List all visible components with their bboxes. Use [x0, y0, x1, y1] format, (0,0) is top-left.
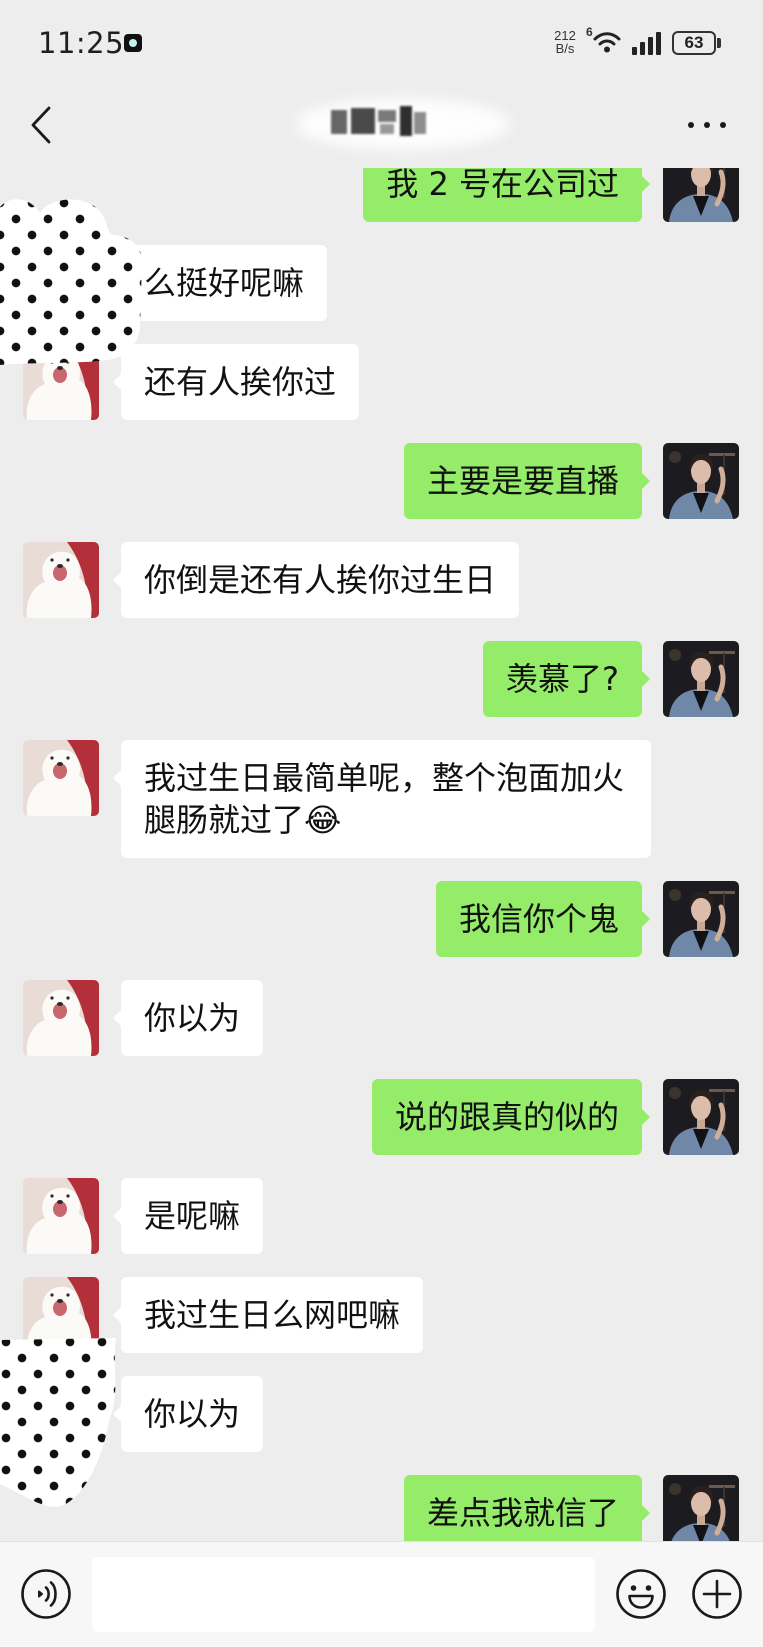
- message-bubble[interactable]: 我过生日最简单呢，整个泡面加火腿肠就过了😂: [113, 740, 651, 858]
- message-bubble[interactable]: 主要是要直播: [403, 443, 651, 519]
- message-bubble[interactable]: 是呢嘛: [112, 1178, 264, 1254]
- message-row-outgoing: 说的跟真的似的: [0, 1079, 763, 1155]
- chevron-left-icon[interactable]: [28, 105, 54, 145]
- message-text: 你倒是还有人挨你过生日: [144, 561, 497, 599]
- redaction-pixel: [331, 110, 347, 134]
- battery-indicator: 63: [672, 31, 716, 55]
- notification-app-icon: [124, 34, 142, 52]
- message-row-outgoing: 差点我就信了: [0, 1475, 763, 1541]
- message-bubble[interactable]: 说的跟真的似的: [371, 1079, 651, 1155]
- more-horizontal-icon[interactable]: [686, 120, 728, 130]
- redaction-pixel: [378, 110, 396, 122]
- message-bubble[interactable]: 么挺好呢嘛: [112, 245, 328, 321]
- message-bubble[interactable]: 差点我就信了: [403, 1475, 651, 1541]
- message-row-incoming: 是呢嘛: [0, 1178, 763, 1254]
- message-text: 我信你个鬼: [458, 900, 619, 938]
- message-bubble[interactable]: 我信你个鬼: [435, 881, 651, 957]
- message-bubble[interactable]: 你以为: [112, 980, 264, 1056]
- message-list[interactable]: 我 2 号在公司过 么挺好呢嘛 还有人挨你过 主要是要直播 你倒是还有人挨你过生…: [0, 168, 763, 1541]
- network-speed: 212 B/s: [549, 29, 581, 55]
- message-bubble[interactable]: 我 2 号在公司过: [363, 168, 650, 222]
- network-speed-unit: B/s: [555, 41, 575, 56]
- redaction-pixel: [351, 108, 375, 134]
- my-avatar[interactable]: [663, 881, 739, 957]
- message-bubble[interactable]: 你以为: [112, 1376, 264, 1452]
- message-row-outgoing: 我 2 号在公司过: [0, 168, 763, 222]
- contact-avatar[interactable]: [23, 980, 99, 1056]
- status-time: 11:25: [38, 26, 125, 60]
- message-row-outgoing: 主要是要直播: [0, 443, 763, 519]
- message-bubble[interactable]: 你倒是还有人挨你过生日: [112, 542, 520, 618]
- message-text: 还有人挨你过: [144, 363, 337, 401]
- message-text: 我 2 号在公司过: [386, 168, 619, 203]
- contact-avatar[interactable]: [23, 1178, 99, 1254]
- message-list-inner: 我 2 号在公司过 么挺好呢嘛 还有人挨你过 主要是要直播 你倒是还有人挨你过生…: [0, 168, 763, 1541]
- my-avatar[interactable]: [663, 168, 739, 222]
- contact-avatar[interactable]: [23, 542, 99, 618]
- message-bubble[interactable]: 还有人挨你过: [112, 344, 360, 420]
- chat-header: [0, 84, 763, 168]
- voice-icon[interactable]: [20, 1568, 72, 1620]
- message-text: 你以为: [144, 999, 241, 1037]
- message-text: 差点我就信了: [426, 1494, 619, 1532]
- my-avatar[interactable]: [663, 1079, 739, 1155]
- my-avatar[interactable]: [663, 1475, 739, 1541]
- plus-icon[interactable]: [691, 1568, 743, 1620]
- battery-tip: [717, 38, 721, 48]
- message-bubble[interactable]: 羡慕了?: [483, 641, 650, 717]
- status-bar: 11:25 212 B/s 6 63: [0, 0, 763, 84]
- input-bar: [0, 1541, 763, 1647]
- signal-strength-icon: [632, 32, 661, 55]
- contact-avatar[interactable]: [23, 740, 99, 816]
- message-row-outgoing: 我信你个鬼: [0, 881, 763, 957]
- message-text: 么挺好呢嘛: [144, 264, 305, 302]
- my-avatar[interactable]: [663, 443, 739, 519]
- redacted-chat-title: [296, 98, 510, 150]
- message-row-incoming: 你以为: [0, 980, 763, 1056]
- message-input[interactable]: [92, 1557, 595, 1632]
- message-text: 主要是要直播: [426, 462, 619, 500]
- message-text: 说的跟真的似的: [394, 1098, 619, 1136]
- message-text: 我过生日么网吧嘛: [144, 1296, 401, 1334]
- message-text: 我过生日最简单呢，整个泡面加火腿肠就过了😂: [144, 759, 625, 839]
- wifi-icon: [593, 32, 621, 53]
- message-text: 你以为: [144, 1395, 241, 1433]
- message-row-outgoing: 羡慕了?: [0, 641, 763, 717]
- redaction-pixel: [414, 112, 426, 134]
- redaction-pixel: [400, 106, 412, 136]
- redaction-pixel: [380, 124, 394, 134]
- message-row-incoming: 你倒是还有人挨你过生日: [0, 542, 763, 618]
- emoji-icon[interactable]: [615, 1568, 667, 1620]
- message-text: 羡慕了?: [506, 660, 619, 698]
- message-text: 是呢嘛: [144, 1197, 241, 1235]
- message-row-incoming: 我过生日最简单呢，整个泡面加火腿肠就过了😂: [0, 740, 763, 858]
- message-bubble[interactable]: 我过生日么网吧嘛: [112, 1277, 424, 1353]
- my-avatar[interactable]: [663, 641, 739, 717]
